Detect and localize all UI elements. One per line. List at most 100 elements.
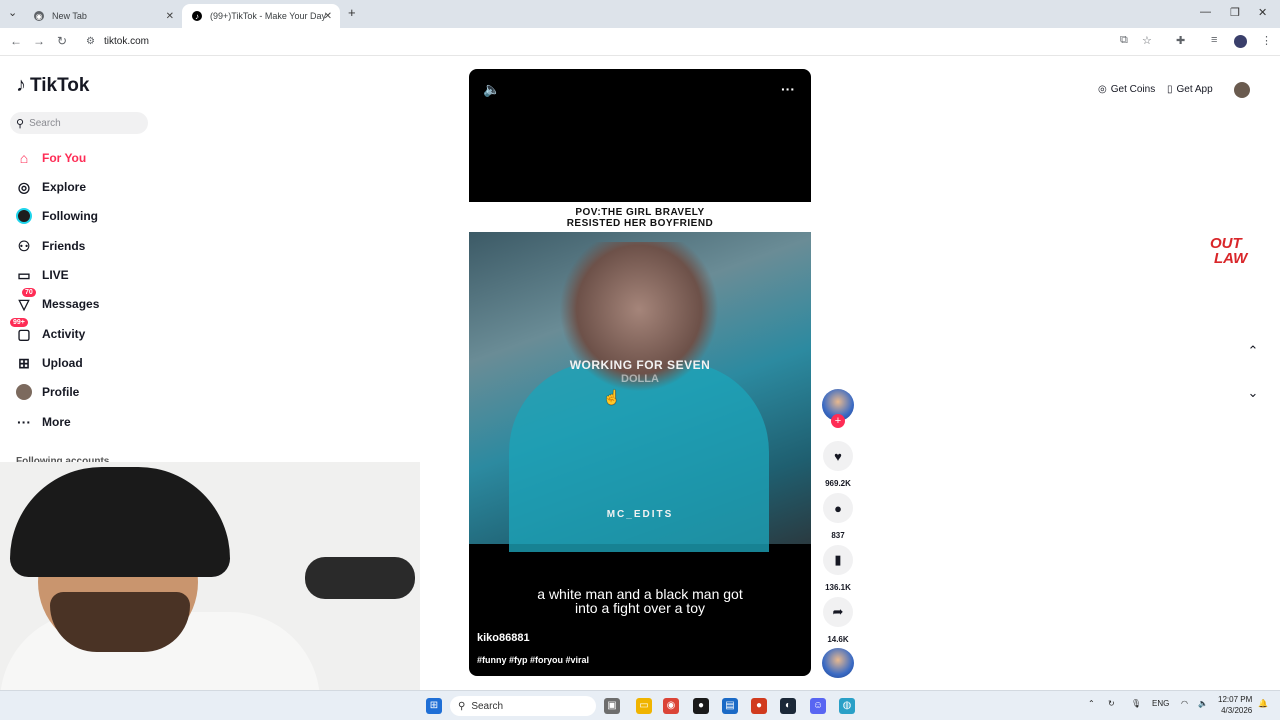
bookmark-star-icon[interactable]: ☆ — [1142, 34, 1152, 47]
sidebar-item-activity[interactable]: ▢ 99+ Activity — [10, 318, 86, 345]
new-tab-plus-icon[interactable]: + — [348, 5, 356, 20]
tray-language[interactable]: ENG — [1152, 699, 1169, 708]
video-more-options-icon[interactable]: ··· — [781, 81, 795, 97]
sidebar-item-live[interactable]: ▭ LIVE — [14, 264, 68, 286]
messages-icon: ▽ 70 — [14, 288, 36, 314]
tab-title: New Tab — [52, 11, 87, 21]
extensions-icon[interactable]: ✚ — [1176, 34, 1185, 47]
discord-icon[interactable]: ☺ — [810, 698, 826, 714]
window-close-icon[interactable]: ✕ — [1258, 6, 1267, 19]
sidebar-item-friends[interactable]: ⚇ Friends — [14, 235, 86, 257]
tray-sync-icon[interactable]: ↻ — [1108, 699, 1115, 708]
caption-line-1: a white man and a black man got — [537, 586, 743, 602]
sidebar-item-for-you[interactable]: ⌂ For You — [14, 147, 86, 169]
back-arrow-icon[interactable]: ← — [10, 34, 22, 48]
clock-time: 12:07 PM — [1218, 695, 1253, 704]
webcam-overlay — [0, 462, 420, 690]
file-explorer-icon[interactable]: ▭ — [636, 698, 652, 714]
logo-text: TikTok — [30, 74, 90, 96]
sidebar-item-explore[interactable]: ◎ Explore — [14, 176, 86, 198]
comment-action[interactable]: ● 837 — [822, 493, 854, 540]
obs-icon[interactable]: ● — [693, 698, 709, 714]
sound-avatar[interactable] — [822, 648, 854, 678]
search-placeholder: Search — [29, 117, 61, 129]
reload-icon[interactable]: ↻ — [57, 34, 67, 48]
like-action[interactable]: ♥ 969.2K — [822, 441, 854, 488]
comment-icon[interactable]: ● — [823, 493, 853, 523]
tray-wifi-icon[interactable]: ◠ — [1181, 699, 1188, 708]
video-player[interactable]: 🔈 ··· POV:THE GIRL BRAVELY RESISTED HER … — [469, 69, 811, 676]
tab-search-chevron-icon[interactable]: ⌄ — [8, 6, 17, 19]
forward-arrow-icon[interactable]: → — [33, 34, 45, 48]
site-info-icon[interactable]: ⚙ — [86, 36, 95, 47]
pov-line-1: POV:THE GIRL BRAVELY — [575, 207, 705, 218]
windows-taskbar: ⊞ ⚲ Search ▣ ▭ ◉ ● ▤ ● ◐ ☺ ◍ ⌃ ↻ 🎙 ENG ◠… — [0, 690, 1280, 720]
outlaw-watermark-logo: OUT LAW — [1192, 236, 1262, 282]
close-tab-icon[interactable]: ✕ — [324, 11, 332, 22]
friends-icon: ⚇ — [17, 237, 31, 254]
browser-profile-avatar[interactable] — [1234, 35, 1247, 48]
mouse-cursor-icon: ☝ — [603, 389, 621, 405]
video-author[interactable]: kiko86881 — [477, 632, 530, 644]
get-coins-button[interactable]: ◎ Get Coins — [1098, 84, 1155, 95]
search-icon: ⚲ — [16, 117, 25, 130]
tiktok-note-icon: ♪ — [16, 74, 26, 96]
pov-line-2: RESISTED HER BOYFRIEND — [566, 218, 714, 229]
chrome-icon[interactable]: ◉ — [663, 698, 679, 714]
sidebar-item-more[interactable]: ··· More — [14, 411, 71, 433]
save-count: 136.1K — [825, 583, 851, 592]
get-app-label: Get App — [1176, 84, 1213, 95]
next-video-chevron-down-icon[interactable]: ⌄ — [1244, 385, 1262, 403]
sidebar-item-label: Messages — [42, 297, 100, 311]
url-field[interactable]: tiktok.com — [104, 36, 149, 47]
restore-icon[interactable]: ❐ — [1230, 6, 1240, 19]
browser-menu-icon[interactable]: ⋮ — [1261, 34, 1272, 47]
task-view-icon[interactable]: ▣ — [604, 698, 620, 714]
tray-mic-icon[interactable]: 🎙 — [1131, 699, 1141, 708]
search-input[interactable]: ⚲ Search — [10, 112, 148, 134]
upload-icon: ⊞ — [18, 354, 30, 371]
tab-tiktok[interactable]: ♪ (99+)TikTok - Make Your Day ✕ — [182, 4, 340, 28]
address-bar: ← → ↻ ⚙ tiktok.com ⧉ ☆ ✚ ≡ ⋮ — [0, 28, 1280, 56]
bookmark-icon[interactable]: ▮ — [823, 545, 853, 575]
tab-new-tab[interactable]: ◉ New Tab ✕ — [24, 4, 182, 28]
close-tab-icon[interactable]: ✕ — [166, 11, 174, 22]
messages-badge: 70 — [22, 288, 36, 297]
app-icon[interactable]: ▤ — [722, 698, 738, 714]
share-arrow-icon[interactable]: ➦ — [823, 597, 853, 627]
heart-icon[interactable]: ♥ — [823, 441, 853, 471]
sidebar-item-label: Following — [42, 209, 98, 223]
save-action[interactable]: ▮ 136.1K — [822, 545, 854, 592]
video-hashtags[interactable]: #funny #fyp #foryou #viral — [477, 655, 589, 665]
notifications-bell-icon[interactable]: 🔔 — [1258, 699, 1268, 708]
minimize-icon[interactable]: — — [1200, 6, 1211, 18]
sidebar-item-messages[interactable]: ▽ 70 Messages — [14, 288, 100, 315]
media-control-icon[interactable]: ≡ — [1211, 34, 1217, 46]
taskbar-search[interactable]: ⚲ Search — [450, 696, 596, 716]
sidebar-item-label: Activity — [42, 327, 86, 341]
sidebar-item-upload[interactable]: ⊞ Upload — [14, 352, 83, 374]
app-icon-blue[interactable]: ◍ — [839, 698, 855, 714]
app-icon-red[interactable]: ● — [751, 698, 767, 714]
user-avatar[interactable] — [1234, 82, 1250, 98]
windows-start-icon[interactable]: ⊞ — [426, 698, 442, 714]
video-overlay-text-1: WORKING FOR SEVEN — [569, 358, 711, 372]
comment-count: 837 — [831, 531, 845, 540]
sidebar-item-label: More — [42, 415, 71, 429]
sidebar-item-profile[interactable]: Profile — [14, 381, 79, 403]
clock-date: 4/3/2026 — [1221, 706, 1253, 715]
search-icon: ⚲ — [458, 700, 466, 712]
video-overlay-text-2: DOLLA — [621, 373, 659, 385]
tray-chevron-up-icon[interactable]: ⌃ — [1088, 699, 1095, 708]
steam-icon[interactable]: ◐ — [780, 698, 796, 714]
get-app-button[interactable]: ▯ Get App — [1167, 84, 1213, 95]
follow-plus-icon[interactable]: + — [831, 414, 845, 428]
tiktok-logo[interactable]: ♪ TikTok — [16, 74, 89, 97]
sidebar-item-following[interactable]: Following — [14, 205, 98, 227]
volume-icon[interactable]: 🔈 — [483, 81, 500, 98]
previous-video-chevron-up-icon[interactable]: ⌃ — [1244, 343, 1262, 361]
install-app-icon[interactable]: ⧉ — [1120, 34, 1128, 47]
taskbar-clock[interactable]: 12:07 PM 4/3/2026 — [1218, 694, 1252, 716]
share-action[interactable]: ➦ 14.6K — [822, 597, 854, 644]
tray-volume-icon[interactable]: 🔈 — [1198, 699, 1208, 708]
